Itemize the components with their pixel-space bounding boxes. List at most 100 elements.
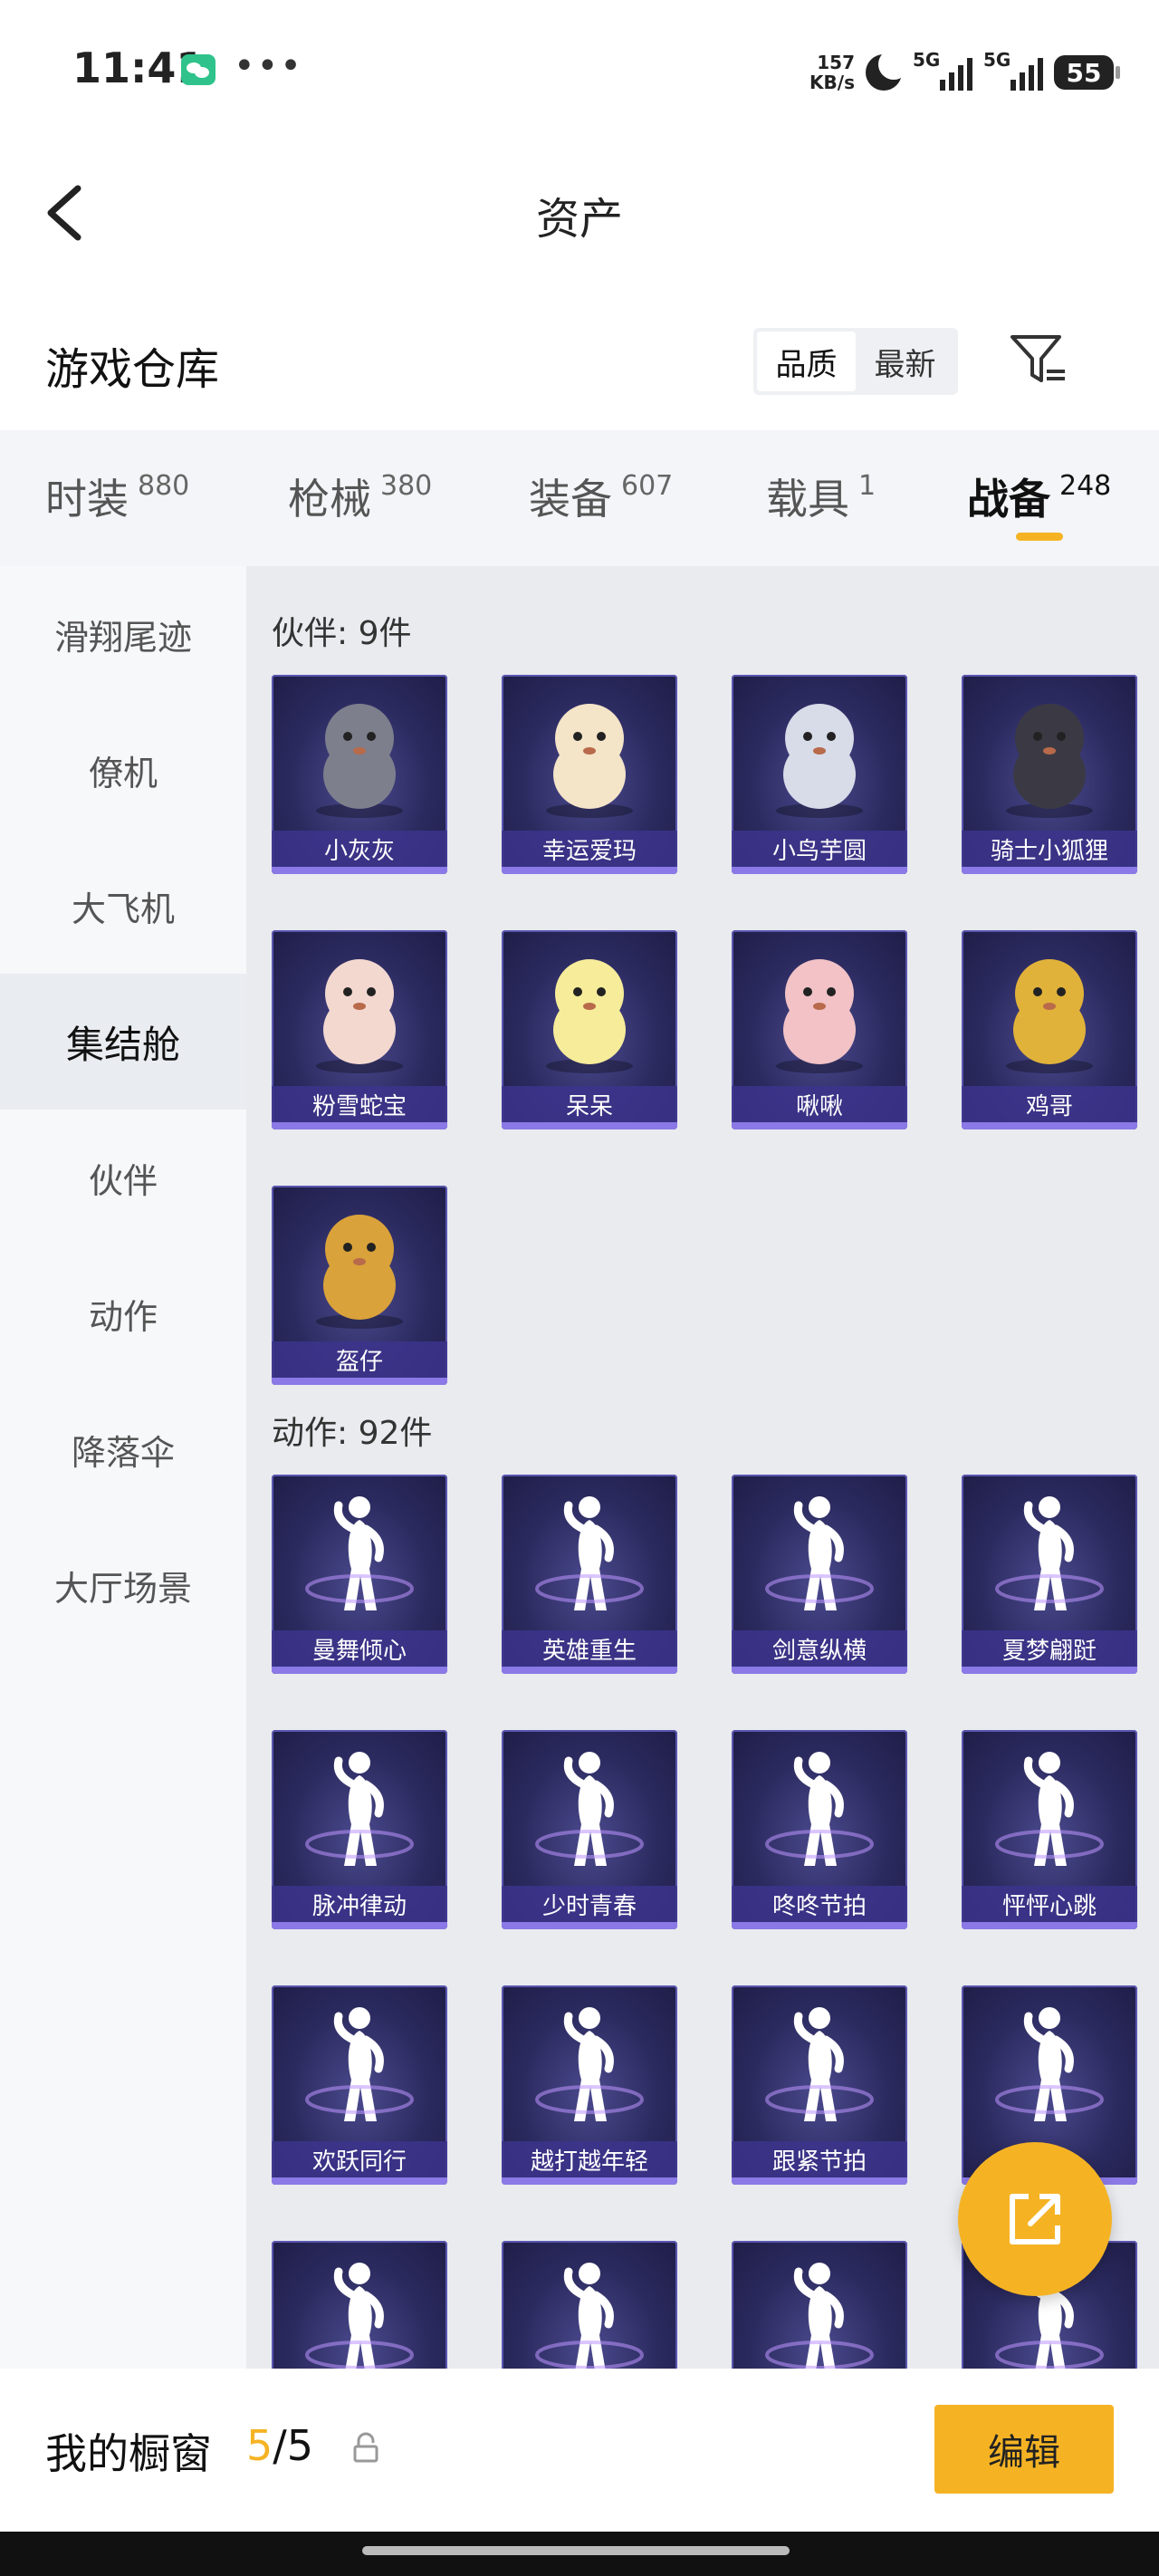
action-card[interactable] <box>272 2241 447 2369</box>
tab-vehicles[interactable]: 载具 1 <box>766 466 876 526</box>
dance-figure <box>535 1752 644 1866</box>
active-tab-indicator <box>1016 533 1063 541</box>
action-card[interactable] <box>732 2241 907 2369</box>
warehouse-title: 游戏仓库 <box>45 344 220 395</box>
action-card-label: 跟紧节拍 <box>732 2141 907 2177</box>
companion-figure <box>316 704 403 818</box>
companion-figure <box>546 704 633 818</box>
action-card-label: 英雄重生 <box>502 1630 677 1667</box>
companion-card[interactable]: 呆呆 <box>502 930 677 1129</box>
action-card[interactable]: 少时青春 <box>502 1730 677 1929</box>
companion-figure <box>316 959 403 1073</box>
action-card[interactable]: 夏梦翩跹 <box>962 1475 1137 1674</box>
companion-card[interactable]: 小灰灰 <box>272 675 447 874</box>
sort-quality-button[interactable]: 品质 <box>757 332 856 391</box>
action-card[interactable]: 曼舞倾心 <box>272 1475 447 1674</box>
dance-figure <box>305 2007 414 2121</box>
sort-newest-button[interactable]: 最新 <box>856 332 954 391</box>
dance-figure <box>305 1496 414 1610</box>
companion-figure <box>546 959 633 1073</box>
companion-card-label: 小灰灰 <box>272 831 447 867</box>
signal-5g-icon: 5G <box>913 49 972 91</box>
signal-5g-icon: 5G <box>983 49 1043 91</box>
sidebar-item-action[interactable]: 动作 <box>0 1245 246 1381</box>
sort-toggle: 品质 最新 <box>753 328 958 395</box>
action-card-label: 脉冲律动 <box>272 1886 447 1922</box>
do-not-disturb-icon <box>866 49 909 91</box>
sidebar-item-plane[interactable]: 大飞机 <box>0 838 246 974</box>
companion-card[interactable]: 啾啾 <box>732 930 907 1129</box>
sidebar-item-companion[interactable]: 伙伴 <box>0 1110 246 1245</box>
sidebar-item-glide-trail[interactable]: 滑翔尾迹 <box>0 566 246 702</box>
companion-card[interactable]: 骑士小狐狸 <box>962 675 1137 874</box>
tab-guns[interactable]: 枪械 380 <box>288 466 432 526</box>
dance-figure <box>535 2007 644 2121</box>
filter-icon[interactable] <box>1009 330 1068 389</box>
companion-card[interactable]: 盔仔 <box>272 1186 447 1385</box>
action-card[interactable]: 脉冲律动 <box>272 1730 447 1929</box>
companion-figure <box>316 1215 403 1329</box>
showcase-count: 5/5 <box>246 2421 314 2470</box>
action-card[interactable]: 英雄重生 <box>502 1475 677 1674</box>
sidebar-item-assembly-pod[interactable]: 集结舱 <box>0 974 246 1110</box>
companion-card-label: 呆呆 <box>502 1086 677 1122</box>
item-grid: 伙伴: 9件 小灰灰 幸运爱玛 小鸟芋圆 骑士小狐狸粉雪蛇宝 呆呆 啾啾 鸡哥盔仔 动作: … <box>246 566 1159 2369</box>
dance-figure <box>535 2263 644 2369</box>
sidebar-item-wingman[interactable]: 僚机 <box>0 702 246 838</box>
warehouse-header: 游戏仓库 品质 最新 <box>0 290 1159 430</box>
companion-card-label: 盔仔 <box>272 1341 447 1378</box>
showcase-bar: 我的橱窗 5/5 编辑 <box>0 2369 1159 2532</box>
dance-figure <box>535 1496 644 1610</box>
home-indicator[interactable] <box>362 2546 790 2555</box>
action-card[interactable]: 咚咚节拍 <box>732 1730 907 1929</box>
section-title-actions: 动作: 92件 <box>272 1415 433 1452</box>
network-speed: 157 KB/s <box>809 52 855 93</box>
dance-figure <box>765 1752 874 1866</box>
companion-card-label: 小鸟芋圆 <box>732 831 907 867</box>
companion-figure <box>1006 704 1093 818</box>
sidebar-item-parachute[interactable]: 降落伞 <box>0 1381 246 1517</box>
action-card-label: 剑意纵横 <box>732 1630 907 1667</box>
edit-button[interactable]: 编辑 <box>934 2405 1114 2494</box>
share-button[interactable] <box>958 2142 1112 2296</box>
more-notifications-icon: ••• <box>234 45 303 87</box>
status-bar: 11:41 ••• 157 KB/s 5G 5G 55 <box>0 0 1159 136</box>
companion-figure <box>1006 959 1093 1073</box>
action-card-label: 越打越年轻 <box>502 2141 677 2177</box>
section-title-companions: 伙伴: 9件 <box>272 615 412 652</box>
action-card-label: 欢跃同行 <box>272 2141 447 2177</box>
action-card[interactable]: 越打越年轻 <box>502 1985 677 2185</box>
system-nav-bar <box>0 2532 1159 2576</box>
action-card[interactable]: 跟紧节拍 <box>732 1985 907 2185</box>
companion-card[interactable]: 鸡哥 <box>962 930 1137 1129</box>
dance-figure <box>765 2263 874 2369</box>
action-card-label: 怦怦心跳 <box>962 1886 1137 1922</box>
companion-card[interactable]: 小鸟芋圆 <box>732 675 907 874</box>
companion-card[interactable]: 幸运爱玛 <box>502 675 677 874</box>
action-card-label: 曼舞倾心 <box>272 1630 447 1667</box>
companion-card[interactable]: 粉雪蛇宝 <box>272 930 447 1129</box>
dance-figure <box>765 2007 874 2121</box>
action-card[interactable]: 剑意纵横 <box>732 1475 907 1674</box>
action-card[interactable] <box>502 2241 677 2369</box>
sidebar: 滑翔尾迹 僚机 大飞机 集结舱 伙伴 动作 降落伞 大厅场景 <box>0 566 246 2369</box>
dance-figure <box>995 1752 1104 1866</box>
action-card[interactable]: 怦怦心跳 <box>962 1730 1137 1929</box>
share-icon <box>1010 2194 1060 2244</box>
companion-card-label: 啾啾 <box>732 1086 907 1122</box>
dance-figure <box>305 2263 414 2369</box>
tab-fashion[interactable]: 时装 880 <box>45 466 189 526</box>
title-bar: 资产 <box>0 136 1159 290</box>
dance-figure <box>765 1496 874 1610</box>
action-card[interactable]: 欢跃同行 <box>272 1985 447 2185</box>
battery-icon: 55 <box>1054 55 1120 90</box>
action-card-label: 夏梦翩跹 <box>962 1630 1137 1667</box>
sidebar-item-lobby-scene[interactable]: 大厅场景 <box>0 1517 246 1653</box>
lock-icon <box>351 2432 380 2465</box>
companion-card-label: 粉雪蛇宝 <box>272 1086 447 1122</box>
tab-battle-prep[interactable]: 战备 248 <box>967 466 1111 526</box>
companion-figure <box>776 959 863 1073</box>
category-tabs: 时装 880 枪械 380 装备 607 载具 1 战备 248 <box>0 430 1159 566</box>
tab-equipment[interactable]: 装备 607 <box>529 466 673 526</box>
dance-figure <box>995 2007 1104 2121</box>
